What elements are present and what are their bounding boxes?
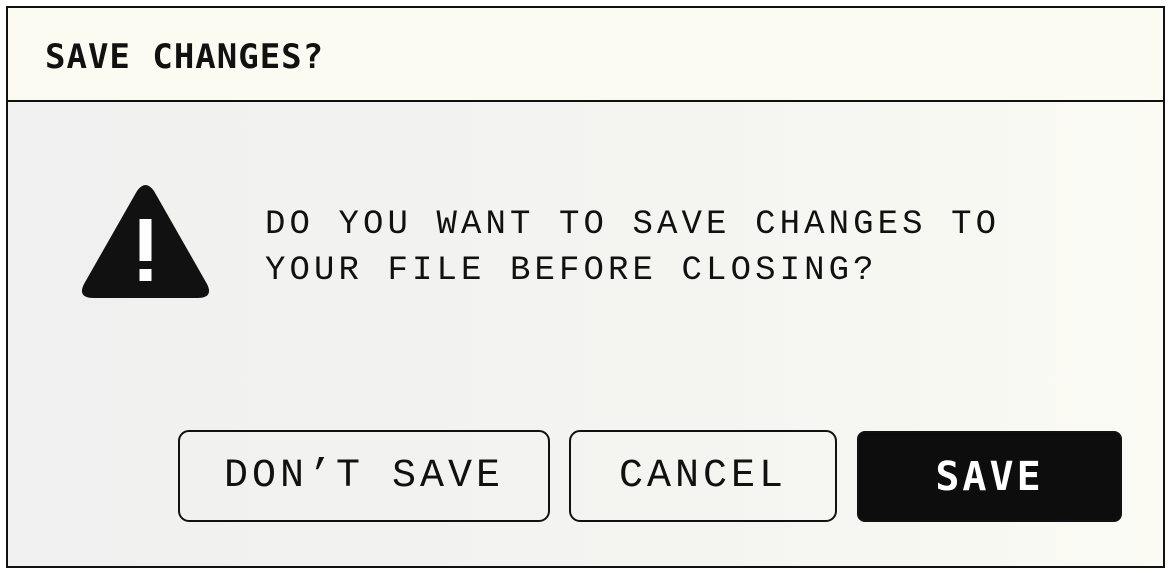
warning-icon — [81, 185, 210, 298]
message-line: DO YOU WANT TO SAVE CHANGES TO — [265, 206, 1001, 244]
dialog-title: SAVE CHANGES? — [45, 37, 325, 77]
cancel-button[interactable]: CANCEL — [569, 430, 837, 522]
dialog-titlebar: SAVE CHANGES? — [8, 8, 1163, 102]
save-changes-dialog: SAVE CHANGES? DO YOU WANT TO SAVE CHANGE… — [6, 6, 1165, 568]
dont-save-button[interactable]: DON’T SAVE — [178, 430, 550, 522]
message-line: YOUR FILE BEFORE CLOSING? — [265, 252, 878, 290]
dialog-message: DO YOU WANT TO SAVE CHANGES TO YOUR FILE… — [265, 202, 1000, 294]
save-button[interactable]: SAVE — [857, 431, 1122, 522]
